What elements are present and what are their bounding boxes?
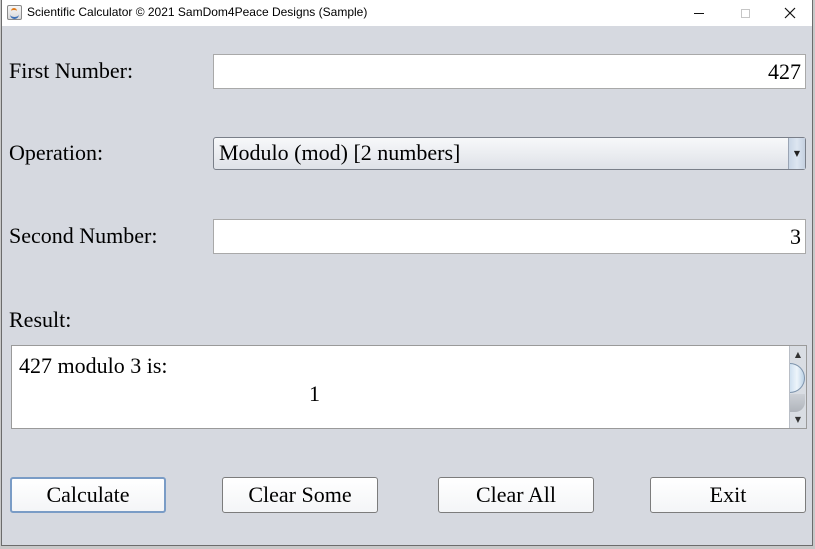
minimize-button[interactable] [676, 0, 722, 26]
second-number-input[interactable]: 3 [213, 219, 806, 254]
title-bar[interactable]: Scientific Calculator © 2021 SamDom4Peac… [2, 0, 812, 26]
exit-button[interactable]: Exit [650, 477, 806, 513]
clear-all-button[interactable]: Clear All [438, 477, 594, 513]
result-scrollbar[interactable]: ▲ ▼ [789, 346, 806, 428]
result-textarea[interactable]: 427 modulo 3 is: 1 ▲ ▼ [11, 345, 807, 429]
result-label: Result: [9, 307, 72, 332]
second-number-label: Second Number: [9, 223, 158, 248]
result-value: 1 [309, 381, 320, 406]
scrollbar-track-shadow [790, 394, 805, 412]
window-title: Scientific Calculator © 2021 SamDom4Peac… [27, 5, 368, 19]
scroll-down-icon[interactable]: ▼ [790, 412, 806, 427]
maximize-icon [740, 8, 750, 18]
java-cup-icon [7, 5, 22, 20]
operation-label: Operation: [9, 140, 104, 165]
first-number-label: First Number: [9, 58, 134, 83]
scroll-up-icon[interactable]: ▲ [790, 347, 806, 362]
close-icon [784, 7, 796, 19]
operation-dropdown[interactable]: Modulo (mod) [2 numbers] ▼ [213, 137, 806, 170]
first-number-input[interactable]: 427 [213, 54, 806, 89]
operation-selected-value: Modulo (mod) [2 numbers] [219, 140, 461, 165]
result-description: 427 modulo 3 is: [19, 353, 168, 378]
clear-some-button[interactable]: Clear Some [222, 477, 378, 513]
calculate-button[interactable]: Calculate [10, 477, 166, 513]
scrollbar-thumb[interactable] [790, 363, 805, 393]
minimize-icon [694, 12, 704, 14]
maximize-button[interactable] [722, 0, 768, 26]
calculator-window: Scientific Calculator © 2021 SamDom4Peac… [1, 0, 813, 546]
close-button[interactable] [767, 0, 813, 26]
chevron-down-icon[interactable]: ▼ [788, 138, 805, 169]
